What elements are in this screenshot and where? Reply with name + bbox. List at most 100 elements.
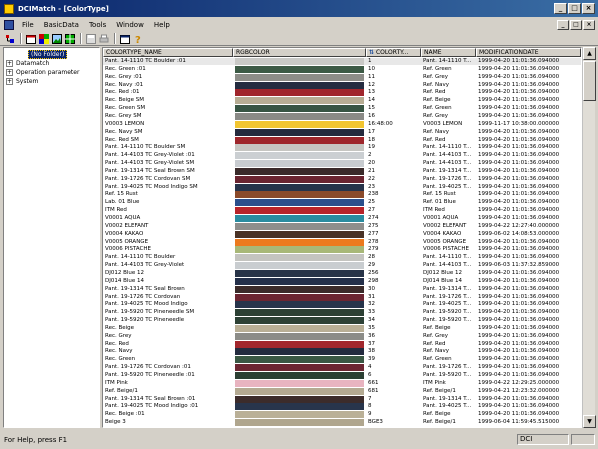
cell-date[interactable]: 1999-04-20 11:01:36.094000 [476,372,581,379]
cell-id[interactable]: 38 [366,348,421,355]
table-row[interactable]: Pant. 19-5920 TC Pineneedle 34 Pant. 19-59… [103,317,581,325]
cell-ref[interactable]: Pant. 19-4025 T... [421,184,476,191]
cell-id[interactable]: 29 [366,262,421,269]
cell-date[interactable]: 1999-04-20 11:01:36.094000 [476,184,581,191]
cell-name[interactable]: Pant. 14-1110 TC Boulder [103,254,233,261]
color-swatch[interactable] [235,356,364,364]
cell-id[interactable]: 16:48:00 [366,121,421,128]
tree-item-system[interactable]: + System [6,77,38,85]
table-row[interactable]: Rec. Red :01 13 Ref. Red 1999-04-20 11:01:3… [103,89,581,97]
cell-date[interactable]: 1999-04-20 11:01:36.094000 [476,215,581,222]
cell-name[interactable]: Rec. Navy :01 [103,82,233,89]
color-swatch[interactable] [235,309,364,317]
cell-ref[interactable]: V0001 AQUA [421,215,476,222]
cell-date[interactable]: 1999-04-21 12:23:32.000000 [476,388,581,395]
cell-name[interactable]: V0002 ELEFANT [103,223,233,230]
tree-item-no-folder[interactable]: (No Folder) [28,49,68,59]
color-swatch[interactable] [235,372,364,379]
cell-name[interactable]: Beige 3 [103,419,233,426]
cell-id[interactable]: 2 [366,152,421,159]
cell-date[interactable]: 1999-04-20 11:01:36.094000 [476,301,581,308]
cell-date[interactable]: 1999-04-20 11:01:36.094000 [476,411,581,418]
table-row[interactable]: Pant. 14-4103 TC Grey-Violet :01 2 Pant. 1… [103,152,581,160]
grid-view-icon[interactable] [64,33,76,45]
table-row[interactable]: Rec. Beige SM 14 Ref. Beige 1999-04-20 11:0… [103,97,581,105]
cell-id[interactable]: 4 [366,364,421,371]
color-swatch[interactable] [235,403,364,411]
cell-date[interactable]: 1999-06-04 11:59:45.515000 [476,419,581,426]
table-row[interactable]: Rec. Navy :01 12 Ref. Navy 1999-04-20 11:01… [103,81,581,89]
cell-name[interactable]: Pant. 19-1726 TC Cordovan :01 [103,364,233,371]
cell-id[interactable]: 277 [366,231,421,238]
table-row[interactable]: Rec. Navy 38 Ref. Navy 1999-04-20 11:01:36.… [103,348,581,356]
color-swatch[interactable] [235,152,364,160]
color-swatch[interactable] [235,191,364,199]
cell-name[interactable]: Lab. 01 Blue [103,199,233,206]
cell-date[interactable]: 1999-04-20 11:01:36.094000 [476,191,581,198]
table-row[interactable]: Rec. Grey 36 Ref. Grey 1999-04-20 11:01:36.… [103,332,581,340]
menu-help[interactable]: Help [149,21,175,29]
color-swatch[interactable] [235,120,364,128]
cell-date[interactable]: 1999-04-20 11:01:36.094000 [476,403,581,410]
cell-date[interactable]: 1999-04-20 11:01:36.094000 [476,396,581,403]
table-row[interactable]: Pant. 19-4025 TC Mood Indigo :01 8 Pant. 1… [103,403,581,411]
cell-name[interactable]: Pant. 14-4103 TC Grey-Violet [103,262,233,269]
cell-ref[interactable]: Pant. 19-4025 T... [421,301,476,308]
color-swatch[interactable] [235,301,364,309]
table-row[interactable]: Rec. Red SM 18 Ref. Red 1999-04-20 11:01:36… [103,136,581,144]
column-header-colortype-name[interactable]: COLORTYPE_NAME [103,48,233,57]
table-row[interactable]: Pant. 19-4025 TC Mood Indigo SM 23 Pant. 1… [103,183,581,191]
table-row[interactable]: V0005 ORANGE 278 V0005 ORANGE 1999-04-20 11… [103,238,581,246]
table-row[interactable]: Pant. 19-1314 TC Seal Brown SM 21 Pant. 19… [103,167,581,175]
cell-id[interactable]: 256 [366,270,421,277]
cell-name[interactable]: Rec. Red [103,341,233,348]
table-row[interactable]: Pant. 19-1726 TC Cordovan :01 4 Pant. 19-1… [103,364,581,372]
cell-ref[interactable]: Ref. Red [421,137,476,144]
cell-date[interactable]: 1999-04-20 11:01:36.094000 [476,309,581,316]
child-restore-button[interactable]: □ [570,19,582,30]
color-swatch[interactable] [235,97,364,105]
color-swatch[interactable] [235,419,364,427]
cell-name[interactable]: V0001 AQUA [103,215,233,222]
child-minimize-button[interactable]: _ [557,19,569,30]
menu-basicdata[interactable]: BasicData [39,21,84,29]
cell-id[interactable]: 298 [366,278,421,285]
cell-name[interactable]: Pant. 19-1726 TC Cordovan [103,294,233,301]
tree-view-icon[interactable] [4,33,16,45]
color-swatch[interactable] [235,254,364,262]
cell-name[interactable]: Pant. 14-1110 TC Boulder SM [103,144,233,151]
cell-id[interactable]: 10 [366,66,421,73]
cell-name[interactable]: Rec. Beige :01 [103,411,233,418]
color-swatch[interactable] [235,293,364,301]
cell-date[interactable]: 1999-04-20 11:01:36.094000 [476,129,581,136]
cell-date[interactable]: 1999-04-20 11:01:36.094000 [476,152,581,159]
cell-date[interactable]: 1999-04-20 11:01:36.094000 [476,341,581,348]
cell-id[interactable]: 7 [366,396,421,403]
cell-date[interactable]: 1999-04-20 11:01:36.094000 [476,74,581,81]
cell-name[interactable]: Pant. 19-5920 TC Pineneedle SM [103,309,233,316]
table-row[interactable]: ITM Red 27 ITM Red 1999-04-20 11:01:36.0940… [103,207,581,215]
calendar-icon[interactable] [25,33,37,45]
table-row[interactable]: Pant. 14-4103 TC Grey-Violet SM 20 Pant. 1… [103,160,581,168]
cell-ref[interactable]: Pant. 14-4103 T... [421,262,476,269]
color-swatch[interactable] [235,144,364,152]
table-row[interactable]: Pant. 19-4025 TC Mood Indigo 32 Pant. 19-4… [103,301,581,309]
cell-date[interactable]: 1999-04-20 11:01:36.094000 [476,270,581,277]
cell-name[interactable]: Pant. 19-1726 TC Cordovan SM [103,176,233,183]
cell-id[interactable]: 274 [366,215,421,222]
cell-ref[interactable]: Ref. Navy [421,348,476,355]
table-row[interactable]: Rec. Green 39 Ref. Green 1999-04-20 11:01:3… [103,356,581,364]
close-button[interactable]: × [582,3,595,14]
color-swatch[interactable] [235,262,364,270]
cell-id[interactable]: BGE3 [366,419,421,426]
table-row[interactable]: V0001 AQUA 274 V0001 AQUA 1999-04-20 11:01:… [103,215,581,222]
cell-ref[interactable]: V0006 PISTACHE [421,246,476,253]
cell-ref[interactable]: Ref. Grey [421,74,476,81]
cell-ref[interactable]: Ref. 15 Rust [421,191,476,198]
cell-ref[interactable]: Ref. 01 Blue [421,199,476,206]
cell-id[interactable]: 6 [366,372,421,379]
expand-icon[interactable]: + [6,59,13,67]
title-bar[interactable]: DCIMatch - [ColorType] _ □ × [0,0,598,17]
table-row[interactable]: Rec. Green :01 10 Ref. Green 1999-04-20 11:… [103,65,581,73]
save-icon[interactable] [85,33,97,45]
